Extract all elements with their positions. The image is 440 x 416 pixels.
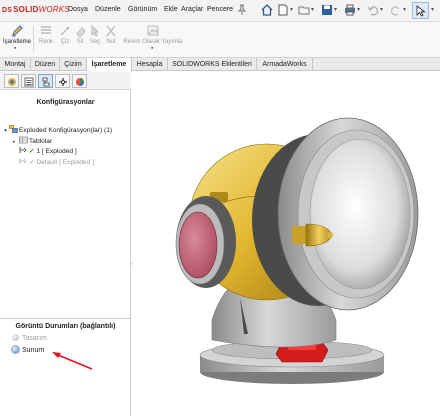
select-arrow-icon[interactable] xyxy=(412,2,429,19)
tab-montaj[interactable]: Montaj xyxy=(0,58,31,71)
draw-icon xyxy=(58,24,72,38)
command-manager: İşaretleme Renk Çiz Sil Seç Not Resim Ol… xyxy=(0,22,440,57)
tab-cizim[interactable]: Çizim xyxy=(60,58,87,71)
publish-image-icon xyxy=(146,24,160,38)
open-folder-icon[interactable] xyxy=(297,4,311,18)
ds-logo-mark: DS xyxy=(2,7,13,14)
erase-label: Sil xyxy=(76,39,84,45)
markup-button[interactable]: İşaretleme xyxy=(2,24,32,45)
select-label: Seç xyxy=(89,39,101,45)
new-document-icon[interactable] xyxy=(276,4,290,18)
tab-armadaworks[interactable]: ArmadaWorks xyxy=(257,58,313,71)
logo-rest-text: WORKS xyxy=(38,5,70,14)
tab-duzen[interactable]: Düzen xyxy=(31,58,60,71)
tab-hesapla[interactable]: Hesapla xyxy=(132,58,168,71)
select-button[interactable]: Seç xyxy=(88,24,102,45)
open-dropdown-chevron-icon[interactable]: ▾ xyxy=(311,6,314,13)
tab-solidworks-eklentileri[interactable]: SOLIDWORKS Eklentileri xyxy=(168,58,257,71)
color-label: Renk xyxy=(38,39,53,45)
logo-bold-text: SOLID xyxy=(13,5,39,14)
markup-label: İşaretleme xyxy=(2,39,31,45)
select-icon xyxy=(88,24,102,38)
redo-icon[interactable] xyxy=(389,4,403,18)
print-icon[interactable] xyxy=(343,4,357,18)
command-separator xyxy=(33,26,34,52)
new-dropdown-chevron-icon[interactable]: ▾ xyxy=(290,6,293,13)
markup-dropdown-chevron-icon[interactable]: ▪ xyxy=(14,45,16,52)
menu-pencere[interactable]: Pencere xyxy=(207,6,233,13)
home-icon[interactable] xyxy=(260,4,274,18)
draw-button[interactable]: Çiz xyxy=(58,24,72,45)
note-label: Not xyxy=(106,39,116,45)
undo-icon[interactable] xyxy=(366,4,380,18)
note-icon xyxy=(104,24,118,38)
configuration-manager-panel: Konfigürasyonlar ▼ Exploded Konfigürasyon… xyxy=(0,72,131,416)
color-button[interactable]: Renk xyxy=(37,24,55,45)
save-dropdown-chevron-icon[interactable]: ▾ xyxy=(334,6,337,13)
redo-dropdown-chevron-icon[interactable]: ▾ xyxy=(403,6,406,13)
menu-ekle[interactable]: Ekle xyxy=(164,6,178,13)
annotation-red-arrow xyxy=(52,352,93,370)
command-tabs: Montaj Düzen Çizim İşaretleme Hesapla SO… xyxy=(0,57,440,72)
graphics-viewport[interactable] xyxy=(132,72,440,416)
select-dropdown-chevron-icon[interactable]: ▾ xyxy=(431,6,434,13)
publish-dropdown-chevron-icon[interactable]: ▪ xyxy=(151,45,153,52)
print-dropdown-chevron-icon[interactable]: ▾ xyxy=(357,6,360,13)
title-bar: DSSOLIDWORKS Dosya Düzenle Görünüm Ekle … xyxy=(0,0,440,22)
note-button[interactable]: Not xyxy=(104,24,118,45)
color-icon xyxy=(39,24,53,38)
publish-image-button[interactable]: Resim Olarak Yayımla xyxy=(120,24,186,45)
erase-button[interactable]: Sil xyxy=(74,24,86,45)
menu-dosya[interactable]: Dosya xyxy=(68,6,88,13)
tab-isaretleme[interactable]: İşaretleme xyxy=(87,58,132,72)
menu-duzenle[interactable]: Düzenle xyxy=(95,6,121,13)
undo-dropdown-chevron-icon[interactable]: ▾ xyxy=(380,6,383,13)
solidworks-logo[interactable]: DSSOLIDWORKS xyxy=(2,5,70,14)
save-icon[interactable] xyxy=(320,4,334,18)
menu-araclar[interactable]: Araçlar xyxy=(181,6,203,13)
exploded-lamp-model xyxy=(175,117,419,384)
pin-icon[interactable] xyxy=(237,4,247,16)
markup-icon xyxy=(10,24,24,38)
draw-label: Çiz xyxy=(60,39,70,45)
menu-gorunum[interactable]: Görünüm xyxy=(128,6,157,13)
erase-icon xyxy=(74,24,88,38)
